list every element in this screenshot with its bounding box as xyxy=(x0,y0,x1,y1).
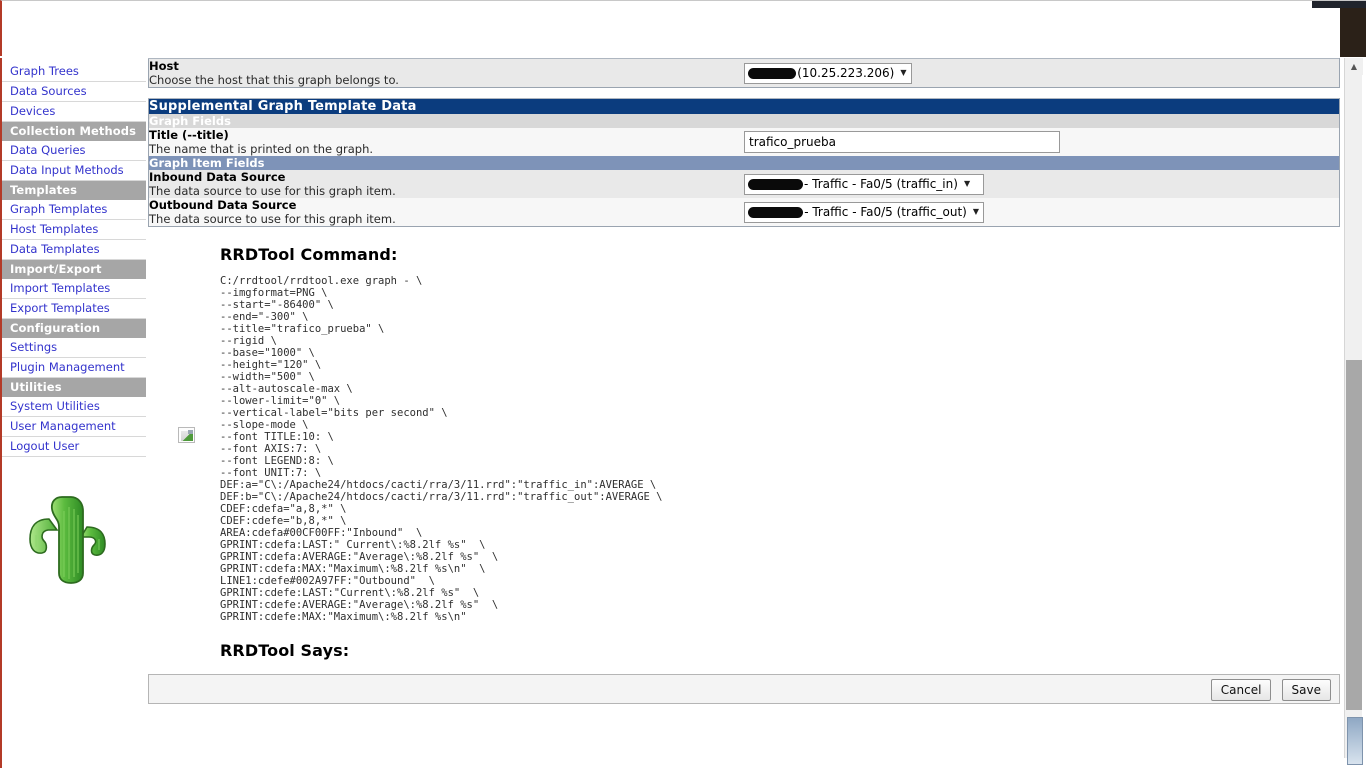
sidebar-item-graph-trees[interactable]: Graph Trees xyxy=(2,62,146,82)
chrome-top-strip xyxy=(1312,1,1366,8)
form-action-bar: Cancel Save xyxy=(148,673,1340,704)
sidebar-header-collection-methods: Collection Methods xyxy=(2,122,146,141)
sidebar-item-graph-templates[interactable]: Graph Templates xyxy=(2,200,146,220)
outbound-row: Outbound Data Source The data source to … xyxy=(148,198,1340,227)
browser-chrome-area xyxy=(0,0,1366,57)
browser-window: Graph Trees Data Sources Devices Collection… xyxy=(0,0,1366,768)
sidebar-item-devices[interactable]: Devices xyxy=(2,102,146,122)
host-panel: Host Choose the host that this graph bel… xyxy=(148,58,1340,88)
host-field-cell: (10.25.223.206) ▼ xyxy=(743,59,1340,88)
redacted-hostname xyxy=(747,67,797,79)
rrdtool-command-heading: RRDTool Command: xyxy=(220,245,398,264)
broken-image-icon xyxy=(178,427,195,443)
outbound-label-cell: Outbound Data Source The data source to … xyxy=(149,198,745,227)
sidebar-navigation: Graph Trees Data Sources Devices Collection… xyxy=(0,58,146,768)
main-content-pane: Host Choose the host that this graph bel… xyxy=(148,58,1342,768)
outbound-description: The data source to use for this graph it… xyxy=(149,212,396,226)
redacted-device-name xyxy=(748,206,804,218)
chevron-down-icon: ▼ xyxy=(900,68,907,77)
sidebar-item-data-sources[interactable]: Data Sources xyxy=(2,82,146,102)
graph-fields-header-row: Graph Fields xyxy=(148,114,1340,128)
chevron-down-icon: ▼ xyxy=(963,179,971,188)
cactus-icon xyxy=(29,496,106,584)
inbound-label: Inbound Data Source xyxy=(149,170,286,184)
host-select-value: (10.25.223.206) xyxy=(797,66,895,80)
outbound-label: Outbound Data Source xyxy=(149,198,297,212)
inbound-select-value: - Traffic - Fa0/5 (traffic_in) xyxy=(804,177,958,191)
title-label: Title (--title) xyxy=(149,128,229,142)
title-row: Title (--title) The name that is printed… xyxy=(148,128,1340,156)
graph-item-fields-header-row: Graph Item Fields xyxy=(148,156,1340,170)
title-field-cell xyxy=(744,128,1340,156)
host-select[interactable]: (10.25.223.206) ▼ xyxy=(743,62,912,84)
supplemental-header: Supplemental Graph Template Data xyxy=(148,98,1340,114)
title-label-cell: Title (--title) The name that is printed… xyxy=(149,128,745,156)
graph-item-fields-header: Graph Item Fields xyxy=(148,156,1340,170)
inbound-field-cell: - Traffic - Fa0/5 (traffic_in) ▼ xyxy=(744,170,1340,198)
chevron-down-icon: ▼ xyxy=(972,207,979,216)
sidebar-item-user-management[interactable]: User Management xyxy=(2,417,146,437)
outbound-field-cell: - Traffic - Fa0/5 (traffic_out) ▼ xyxy=(744,198,1340,227)
main-header-row: Supplemental Graph Template Data xyxy=(148,98,1340,114)
graph-fields-header: Graph Fields xyxy=(148,114,1340,128)
outbound-select-value: - Traffic - Fa0/5 (traffic_out) xyxy=(804,205,967,219)
sidebar-item-settings[interactable]: Settings xyxy=(2,338,146,358)
sidebar-header-configuration: Configuration xyxy=(2,319,146,338)
host-label-cell: Host Choose the host that this graph bel… xyxy=(149,59,744,88)
save-button[interactable]: Save xyxy=(1281,678,1331,701)
sidebar-header-utilities: Utilities xyxy=(2,378,146,397)
outbound-data-source-select[interactable]: - Traffic - Fa0/5 (traffic_out) ▼ xyxy=(744,201,984,223)
rrdtool-command-text: C:/rrdtool/rrdtool.exe graph - \ --imgfo… xyxy=(220,274,663,623)
scroll-up-arrow-icon[interactable]: ▲ xyxy=(1345,58,1363,75)
inbound-description: The data source to use for this graph it… xyxy=(149,184,396,198)
sidebar-item-plugin-management[interactable]: Plugin Management xyxy=(2,358,146,378)
scrollbar-thumb[interactable] xyxy=(1346,360,1362,710)
sidebar-header-import-export: Import/Export xyxy=(2,260,146,279)
page-scrollbar[interactable]: ▲ ▼ xyxy=(1344,58,1363,758)
sidebar-menu-list: Graph Trees Data Sources Devices Collection… xyxy=(2,62,146,457)
title-description: The name that is printed on the graph. xyxy=(149,142,374,156)
title-input[interactable] xyxy=(744,131,1060,153)
supplemental-graph-template-panel: Supplemental Graph Template Data Graph F… xyxy=(148,98,1340,227)
sidebar-item-import-templates[interactable]: Import Templates xyxy=(2,279,146,299)
chrome-right-strip xyxy=(1340,1,1366,57)
sidebar-item-data-templates[interactable]: Data Templates xyxy=(2,240,146,260)
inbound-data-source-select[interactable]: - Traffic - Fa0/5 (traffic_in) ▼ xyxy=(744,173,984,195)
inbound-row: Inbound Data Source The data source to u… xyxy=(148,170,1340,198)
sidebar-item-data-queries[interactable]: Data Queries xyxy=(2,141,146,161)
rrdtool-says-heading: RRDTool Says: xyxy=(220,640,350,660)
cancel-button[interactable]: Cancel xyxy=(1210,678,1272,701)
host-label: Host xyxy=(149,59,179,73)
inbound-label-cell: Inbound Data Source The data source to u… xyxy=(149,170,745,198)
sidebar-item-data-input-methods[interactable]: Data Input Methods xyxy=(2,161,146,181)
sidebar-header-templates: Templates xyxy=(2,181,146,200)
sidebar-item-logout-user[interactable]: Logout User xyxy=(2,437,146,457)
sidebar-item-host-templates[interactable]: Host Templates xyxy=(2,220,146,240)
sidebar-item-system-utilities[interactable]: System Utilities xyxy=(2,397,146,417)
redacted-device-name xyxy=(748,178,803,190)
host-row: Host Choose the host that this graph bel… xyxy=(148,58,1340,88)
cacti-logo-container xyxy=(2,491,140,593)
outer-scrollbar-thumb[interactable] xyxy=(1347,717,1363,765)
sidebar-item-export-templates[interactable]: Export Templates xyxy=(2,299,146,319)
rrdtool-output-area: RRDTool Command: C:/rrdtool/rrdtool.exe … xyxy=(148,227,1340,660)
host-description: Choose the host that this graph belongs … xyxy=(149,73,399,87)
